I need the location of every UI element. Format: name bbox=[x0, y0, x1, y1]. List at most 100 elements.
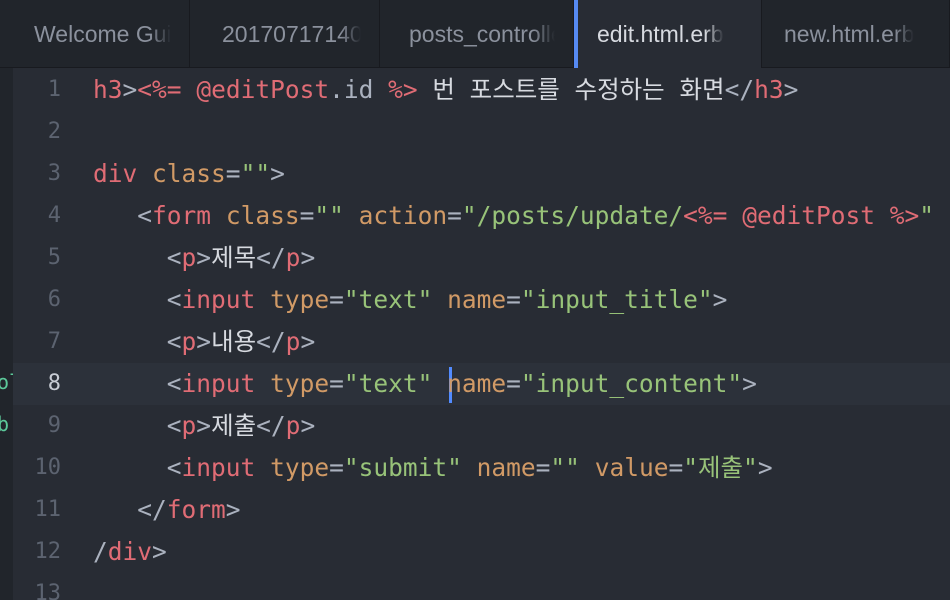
tab-welcome-guide[interactable]: Welcome Guide bbox=[0, 0, 190, 68]
code-token: > bbox=[300, 243, 316, 272]
code-token: > bbox=[742, 369, 757, 398]
code-editor[interactable]: 1 h3><%= @editPost.id %> 번 포스트를 수정하는 화면</… bbox=[13, 68, 950, 600]
code-token: %> bbox=[388, 75, 418, 104]
code-token: p bbox=[181, 411, 197, 440]
line-number: 6 bbox=[47, 287, 61, 312]
code-line[interactable]: 4 <form class="" action="/posts/update/<… bbox=[13, 195, 950, 237]
code-token: action bbox=[358, 201, 448, 230]
code-line[interactable]: 2 bbox=[13, 111, 950, 153]
code-token: > bbox=[196, 243, 212, 272]
code-token: = bbox=[506, 285, 521, 314]
code-token: 내용 bbox=[211, 327, 257, 356]
code-token: "input_title" bbox=[520, 285, 713, 314]
code-token: > bbox=[783, 75, 799, 104]
code-token: "text" bbox=[343, 285, 433, 314]
code-token: </ bbox=[724, 75, 755, 104]
code-token: div bbox=[93, 159, 138, 188]
code-text: <input type="submit" name="" value="제출"> bbox=[93, 447, 773, 489]
line-number: 7 bbox=[47, 329, 61, 354]
line-number: 5 bbox=[47, 245, 61, 270]
tab-label: 20170717140 bbox=[222, 20, 361, 47]
line-number: 4 bbox=[47, 203, 61, 228]
code-token: type bbox=[270, 369, 330, 398]
code-token: <%= bbox=[683, 201, 728, 230]
code-token: 번 포스트를 수정하는 화면 bbox=[417, 75, 725, 104]
code-token: "제출" bbox=[683, 453, 758, 482]
code-token: > bbox=[225, 495, 241, 524]
line-number: 12 bbox=[34, 539, 62, 564]
tab-label: new.html.erb bbox=[784, 20, 915, 47]
line-number: 3 bbox=[47, 161, 61, 186]
code-token: </ bbox=[256, 243, 286, 272]
code-token: > bbox=[122, 75, 138, 104]
code-line[interactable]: 13 bbox=[13, 573, 950, 600]
tab-migration-file[interactable]: 20170717140 bbox=[190, 0, 380, 68]
code-token: form bbox=[152, 201, 212, 230]
code-token: "/posts/update/ bbox=[461, 201, 684, 230]
line-number: 2 bbox=[47, 119, 61, 144]
line-number: 13 bbox=[34, 581, 62, 600]
code-token: > bbox=[712, 285, 728, 314]
code-token: = bbox=[506, 369, 521, 398]
code-text: </form> bbox=[93, 489, 241, 531]
code-line[interactable]: 6 <input type="text" name="input_title"> bbox=[13, 279, 950, 321]
tab-label: edit.html.erb bbox=[597, 21, 724, 47]
code-line[interactable]: 10 <input type="submit" name="" value="제… bbox=[13, 447, 950, 489]
code-token: 제출 bbox=[211, 411, 257, 440]
code-token: .id bbox=[329, 75, 389, 104]
code-token: p bbox=[285, 411, 301, 440]
code-token: </ bbox=[256, 411, 286, 440]
code-token: < bbox=[166, 327, 182, 356]
code-token: = bbox=[329, 285, 344, 314]
code-token: < bbox=[166, 369, 182, 398]
line-number: 11 bbox=[34, 497, 62, 522]
code-token: < bbox=[166, 411, 182, 440]
code-text: div class=""> bbox=[93, 153, 285, 195]
code-line[interactable]: 9 <p>제출</p> bbox=[13, 405, 950, 447]
code-line[interactable]: 7 <p>내용</p> bbox=[13, 321, 950, 363]
code-token: </ bbox=[256, 327, 286, 356]
code-line[interactable]: 11 </form> bbox=[13, 489, 950, 531]
code-token: > bbox=[300, 327, 316, 356]
code-token: < bbox=[137, 201, 153, 230]
code-text: <p>제출</p> bbox=[93, 405, 315, 447]
code-token: p bbox=[181, 243, 197, 272]
code-token: = bbox=[668, 453, 684, 482]
code-token: value bbox=[594, 453, 669, 482]
code-token: < bbox=[166, 453, 182, 482]
tab-new-html-erb[interactable]: new.html.erb bbox=[762, 0, 950, 68]
code-text: h3><%= @editPost.id %> 번 포스트를 수정하는 화면</h… bbox=[93, 69, 798, 111]
code-token: "submit" bbox=[343, 453, 462, 482]
tab-bar: Welcome Guide 20170717140 posts_controll… bbox=[0, 0, 950, 69]
code-token: div bbox=[107, 537, 153, 566]
code-line[interactable]: 12/div> bbox=[13, 531, 950, 573]
code-token: < bbox=[166, 285, 182, 314]
code-token: "text" bbox=[343, 369, 433, 398]
code-line[interactable]: 8 <input type="text" name="input_content… bbox=[13, 363, 950, 405]
tree-view-edge[interactable]: ol b bbox=[0, 68, 21, 600]
code-token: name bbox=[447, 369, 507, 398]
tab-edit-html-erb[interactable]: edit.html.erb bbox=[574, 0, 762, 69]
code-line[interactable]: 1 h3><%= @editPost.id %> 번 포스트를 수정하는 화면</… bbox=[13, 69, 950, 111]
tab-posts-controller[interactable]: posts_controller bbox=[380, 0, 574, 68]
line-number: 9 bbox=[47, 413, 61, 438]
code-token: type bbox=[270, 453, 330, 482]
code-line[interactable]: 5 <p>제목</p> bbox=[13, 237, 950, 279]
code-line[interactable]: 3 div class=""> bbox=[13, 153, 950, 195]
code-token: class bbox=[152, 159, 226, 188]
code-token: @editPost bbox=[742, 201, 875, 230]
code-token: <%= bbox=[137, 75, 182, 104]
code-token: > bbox=[196, 411, 212, 440]
